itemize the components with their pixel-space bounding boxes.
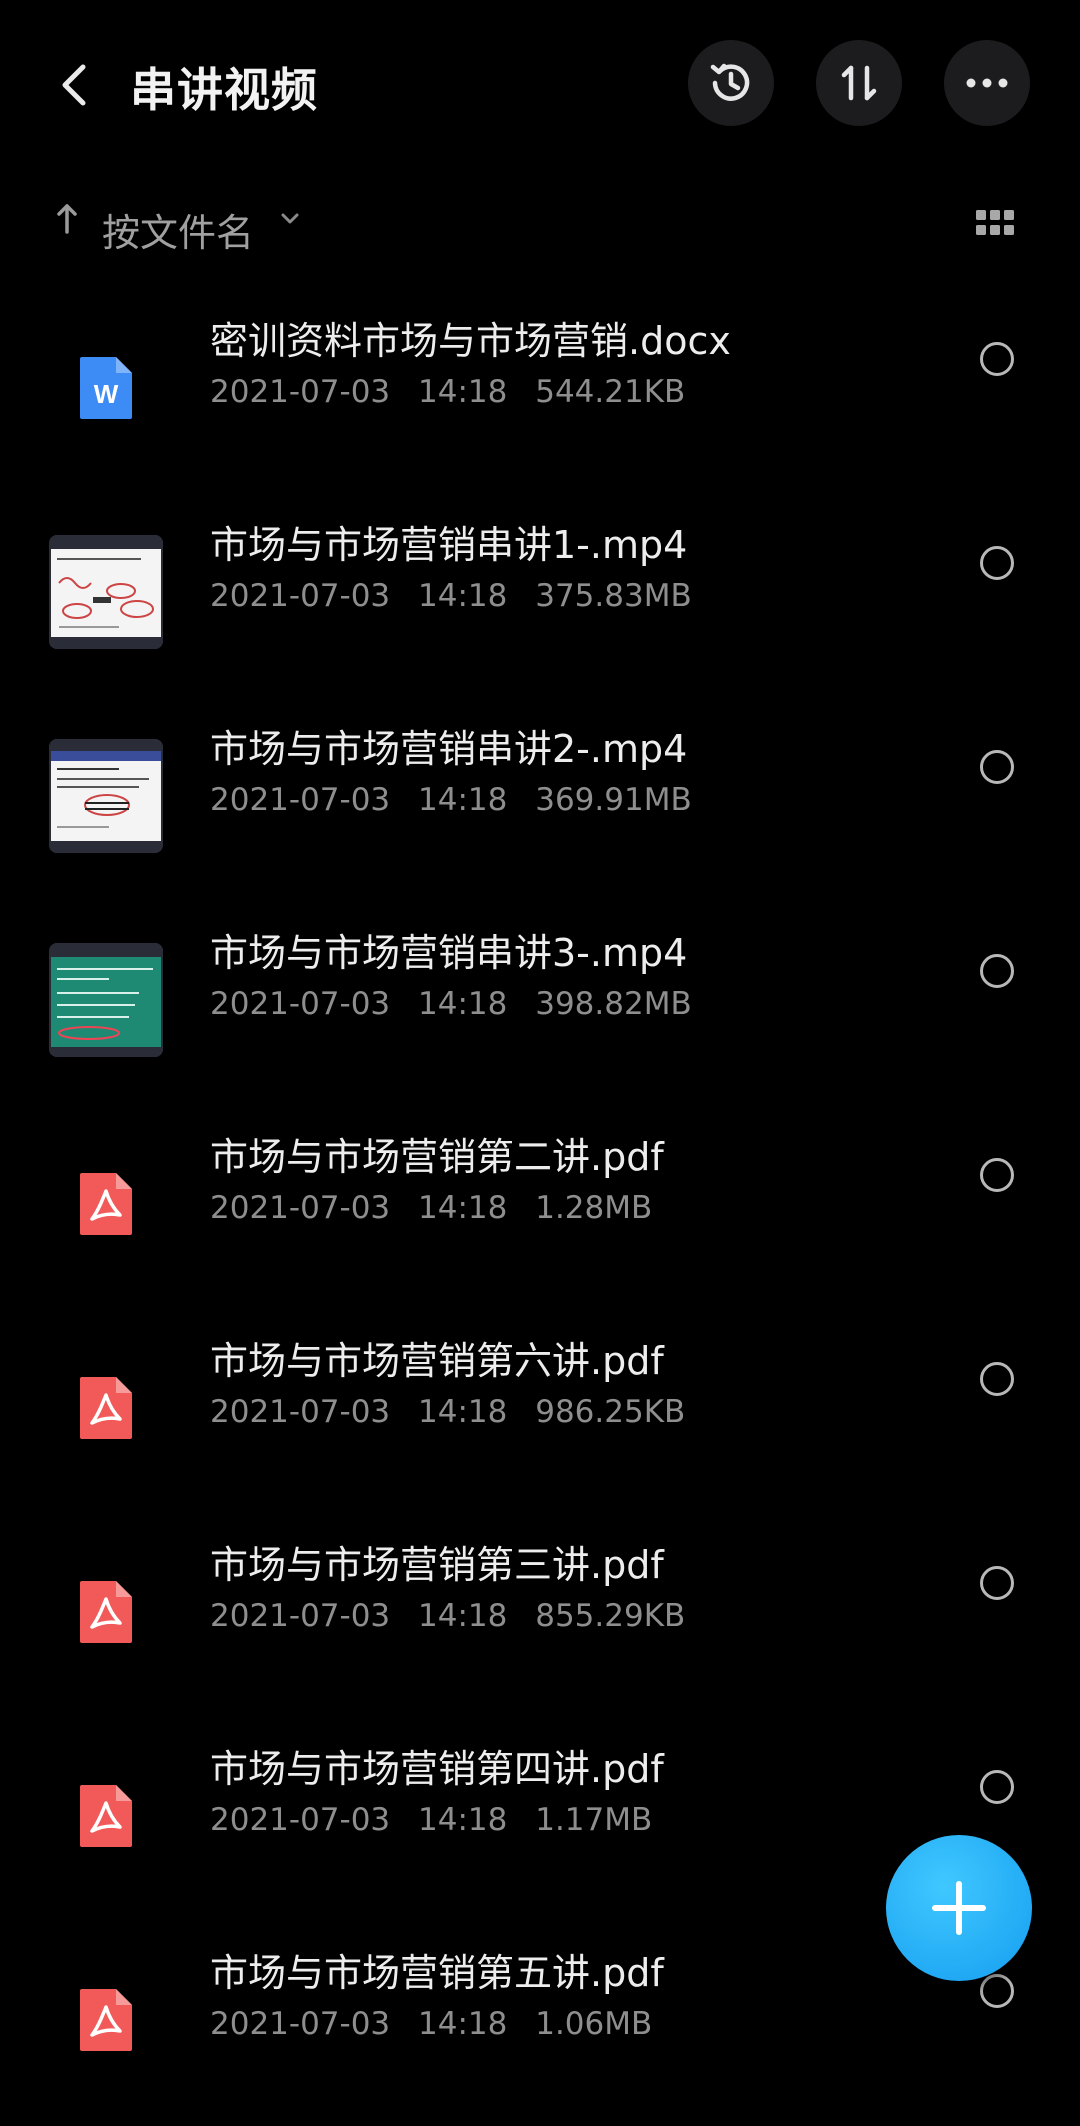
file-time: 14:18 (418, 2006, 508, 2042)
file-size: 369.91MB (535, 782, 692, 818)
file-date: 2021-07-03 (210, 1802, 391, 1838)
file-icon (48, 1554, 164, 1670)
file-time: 14:18 (418, 782, 508, 818)
file-meta: 2021-07-03 14:18 375.83MB (210, 578, 710, 614)
back-button[interactable] (44, 50, 104, 120)
select-checkbox[interactable] (980, 750, 1014, 784)
video-thumbnail (49, 943, 163, 1057)
file-size: 1.17MB (535, 1802, 653, 1838)
file-name: 市场与市场营销第四讲.pdf (210, 1747, 664, 1791)
history-icon (710, 63, 750, 101)
file-row[interactable]: W 密训资料市场与市场营销.docx 2021-07-03 14:18 544.… (0, 290, 1080, 494)
sort-order-button[interactable] (816, 40, 902, 126)
select-checkbox[interactable] (980, 342, 1014, 376)
file-size: 986.25KB (535, 1394, 686, 1430)
grid-view-icon (976, 210, 1014, 235)
more-dots-icon (966, 78, 1008, 88)
video-thumbnail (49, 535, 163, 649)
file-meta: 2021-07-03 14:18 398.82MB (210, 986, 710, 1022)
pdf-document-icon (80, 1785, 132, 1847)
select-checkbox[interactable] (980, 954, 1014, 988)
file-icon (48, 942, 164, 1058)
file-name: 密训资料市场与市场营销.docx (210, 319, 731, 363)
file-meta: 2021-07-03 14:18 369.91MB (210, 782, 710, 818)
video-thumbnail (49, 739, 163, 853)
file-name: 市场与市场营销第三讲.pdf (210, 1543, 664, 1587)
file-time: 14:18 (418, 1802, 508, 1838)
file-icon (48, 534, 164, 650)
file-time: 14:18 (418, 1190, 508, 1226)
file-date: 2021-07-03 (210, 1598, 391, 1634)
file-meta: 2021-07-03 14:18 1.17MB (210, 1802, 670, 1838)
file-row[interactable]: 市场与市场营销第二讲.pdf 2021-07-03 14:18 1.28MB (0, 1106, 1080, 1310)
select-checkbox[interactable] (980, 1974, 1014, 2008)
pdf-document-icon (80, 1173, 132, 1235)
file-size: 544.21KB (535, 374, 686, 410)
sort-by-label[interactable]: 按文件名 (102, 202, 254, 257)
file-name: 市场与市场营销串讲1-.mp4 (210, 523, 688, 567)
history-button[interactable] (688, 40, 774, 126)
file-name: 市场与市场营销第六讲.pdf (210, 1339, 664, 1383)
file-size: 398.82MB (535, 986, 692, 1022)
file-name: 市场与市场营销第五讲.pdf (210, 1951, 664, 1995)
file-meta: 2021-07-03 14:18 544.21KB (210, 374, 703, 410)
sort-direction-arrow-icon[interactable] (56, 202, 78, 245)
sort-arrows-icon (841, 65, 877, 101)
file-date: 2021-07-03 (210, 374, 391, 410)
file-date: 2021-07-03 (210, 782, 391, 818)
file-size: 855.29KB (535, 1598, 686, 1634)
sort-bar: 按文件名 (0, 190, 1080, 260)
file-date: 2021-07-03 (210, 986, 391, 1022)
file-size: 375.83MB (535, 578, 692, 614)
file-date: 2021-07-03 (210, 578, 391, 614)
file-name: 市场与市场营销串讲2-.mp4 (210, 727, 688, 771)
more-options-button[interactable] (944, 40, 1030, 126)
file-row[interactable]: 市场与市场营销串讲2-.mp4 2021-07-03 14:18 369.91M… (0, 698, 1080, 902)
file-size: 1.06MB (535, 2006, 653, 2042)
file-date: 2021-07-03 (210, 1190, 391, 1226)
file-name: 市场与市场营销串讲3-.mp4 (210, 931, 688, 975)
file-time: 14:18 (418, 578, 508, 614)
pdf-document-icon (80, 1989, 132, 2051)
grid-view-button[interactable] (975, 208, 1019, 244)
select-checkbox[interactable] (980, 1362, 1014, 1396)
file-row[interactable]: 市场与市场营销串讲3-.mp4 2021-07-03 14:18 398.82M… (0, 902, 1080, 1106)
file-time: 14:18 (418, 986, 508, 1022)
top-app-bar: 串讲视频 (0, 0, 1080, 170)
back-arrow-icon (62, 64, 86, 106)
file-meta: 2021-07-03 14:18 1.28MB (210, 1190, 670, 1226)
file-row[interactable]: 市场与市场营销第六讲.pdf 2021-07-03 14:18 986.25KB (0, 1310, 1080, 1514)
pdf-document-icon (80, 1581, 132, 1643)
chevron-down-icon[interactable] (278, 206, 302, 234)
file-meta: 2021-07-03 14:18 986.25KB (210, 1394, 703, 1430)
pdf-document-icon (80, 1377, 132, 1439)
select-checkbox[interactable] (980, 546, 1014, 580)
file-name: 市场与市场营销第二讲.pdf (210, 1135, 664, 1179)
file-size: 1.28MB (535, 1190, 653, 1226)
file-time: 14:18 (418, 1598, 508, 1634)
select-checkbox[interactable] (980, 1770, 1014, 1804)
file-row[interactable]: 市场与市场营销第三讲.pdf 2021-07-03 14:18 855.29KB (0, 1514, 1080, 1718)
file-icon (48, 1962, 164, 2078)
svg-text:W: W (94, 379, 119, 409)
file-meta: 2021-07-03 14:18 855.29KB (210, 1598, 703, 1634)
file-row[interactable]: 市场与市场营销串讲1-.mp4 2021-07-03 14:18 375.83M… (0, 494, 1080, 698)
plus-icon (932, 1881, 986, 1935)
select-checkbox[interactable] (980, 1158, 1014, 1192)
file-date: 2021-07-03 (210, 1394, 391, 1430)
add-button[interactable] (886, 1835, 1032, 1981)
file-icon (48, 1146, 164, 1262)
select-checkbox[interactable] (980, 1566, 1014, 1600)
file-icon (48, 738, 164, 854)
file-time: 14:18 (418, 1394, 508, 1430)
page-title: 串讲视频 (130, 63, 318, 117)
file-icon (48, 1350, 164, 1466)
file-meta: 2021-07-03 14:18 1.06MB (210, 2006, 670, 2042)
word-document-icon: W (80, 357, 132, 419)
file-icon: W (48, 330, 164, 446)
file-time: 14:18 (418, 374, 508, 410)
file-date: 2021-07-03 (210, 2006, 391, 2042)
file-icon (48, 1758, 164, 1874)
